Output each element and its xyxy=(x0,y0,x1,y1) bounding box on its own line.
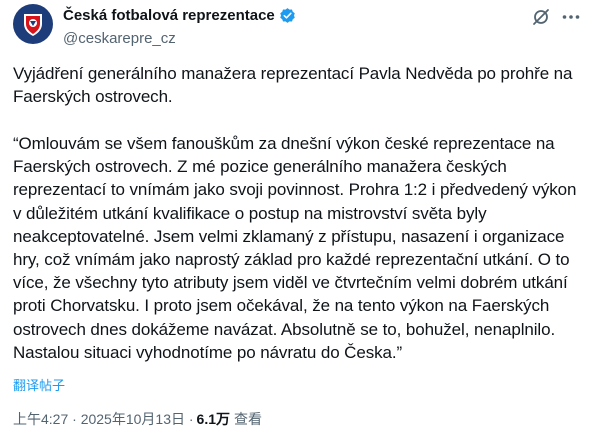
timestamp[interactable]: 上午4:27 · 2025年10月13日 · xyxy=(13,409,194,429)
tweet-meta: 上午4:27 · 2025年10月13日 · 6.1万 查看 xyxy=(13,409,262,429)
tweet-text-paragraph-1: Vyjádření generálního manažera reprezent… xyxy=(13,64,573,107)
more-dots-icon[interactable] xyxy=(560,6,582,28)
translate-post-link[interactable]: 翻译帖子 xyxy=(13,375,65,394)
name-row: Česká fotbalová reprezentace xyxy=(63,4,296,26)
avatar[interactable] xyxy=(13,4,53,44)
grok-icon[interactable] xyxy=(530,6,552,28)
display-name[interactable]: Česká fotbalová reprezentace xyxy=(63,7,275,24)
author-block: Česká fotbalová reprezentace @ceskarepre… xyxy=(63,4,296,47)
handle[interactable]: @ceskarepre_cz xyxy=(63,30,296,47)
verified-badge-icon xyxy=(280,7,295,23)
tweet-text-paragraph-2: “Omlouvám se všem fanouškům za dnešní vý… xyxy=(13,134,577,362)
czech-football-crest-icon xyxy=(24,14,42,36)
views-count: 6.1万 xyxy=(196,411,230,427)
views-label: 查看 xyxy=(234,411,262,427)
tweet: Česká fotbalová reprezentace @ceskarepre… xyxy=(0,0,594,439)
